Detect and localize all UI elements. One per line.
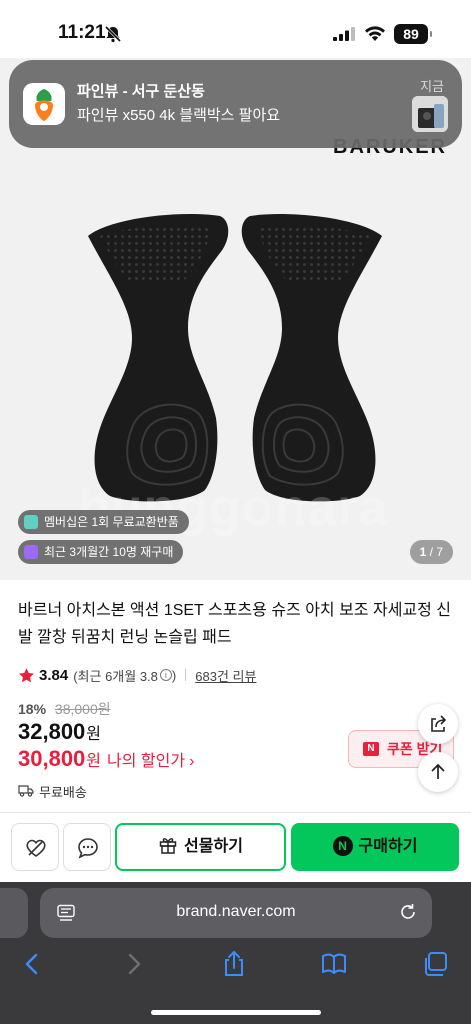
bookmarks-icon[interactable] — [320, 950, 348, 978]
address-bar[interactable]: brand.naver.com — [40, 888, 432, 938]
gift-icon — [159, 838, 177, 854]
page-total: / 7 — [429, 545, 443, 559]
product-image-insole — [88, 214, 382, 502]
heart-icon — [26, 839, 46, 857]
scroll-top-button[interactable] — [418, 752, 458, 792]
membership-icon — [24, 515, 38, 529]
membership-badge-label: 멤버십은 1회 무료교환반품 — [44, 515, 179, 529]
arrow-up-icon — [431, 763, 445, 779]
gift-button[interactable]: 선물하기 — [115, 823, 286, 871]
chat-bubble-icon — [78, 838, 98, 859]
url-text: brand.naver.com — [176, 903, 296, 920]
notification-body: 파인뷰 x550 4k 블랙박스 팔아요 — [77, 107, 281, 124]
purchase-action-bar: 선물하기 N 구매하기 — [0, 812, 471, 882]
battery-indicator: 89 — [394, 24, 432, 44]
talktalk-button[interactable] — [63, 823, 111, 871]
reload-icon[interactable] — [398, 902, 418, 922]
my-discount-label: 나의 할인가 — [107, 753, 186, 770]
wifi-icon — [365, 26, 385, 41]
naver-pay-icon: N — [332, 836, 353, 856]
tabs-icon[interactable] — [421, 950, 449, 978]
shipping-row: 무료배송 — [18, 781, 87, 801]
share-sheet-icon[interactable] — [220, 950, 248, 978]
previous-tab-peek[interactable] — [0, 888, 28, 938]
rating-score: 3.84 — [39, 666, 69, 684]
browser-toolbar: brand.naver.com — [0, 882, 471, 1024]
price-row: 32,800원 — [18, 719, 101, 745]
status-bar: 11:21 89 — [0, 0, 471, 58]
notification-time: 지금 — [420, 79, 444, 94]
home-indicator — [151, 1010, 321, 1015]
cellular-signal-icon — [333, 27, 355, 41]
notification-thumbnail — [412, 96, 448, 132]
discount-row: 18% 38,000원 — [18, 699, 111, 719]
sale-price: 32,800 — [18, 719, 86, 744]
membership-badge: 멤버십은 1회 무료교환반품 — [18, 510, 189, 534]
info-icon[interactable]: i — [159, 669, 172, 681]
back-icon[interactable] — [18, 950, 46, 978]
share-icon — [431, 715, 447, 732]
status-time: 11:21 — [58, 22, 106, 43]
gift-label: 선물하기 — [184, 838, 243, 855]
rating-row: 3.84 (최근 6개월 3.8 i ) 683건 리뷰 — [18, 664, 256, 686]
forward-icon[interactable] — [120, 950, 148, 978]
my-discount-price-link[interactable]: 30,800원 나의 할인가 › — [18, 746, 194, 772]
share-button[interactable] — [418, 704, 458, 744]
my-discount-price-unit: 원 — [86, 753, 102, 770]
discount-rate: 18% — [18, 701, 47, 717]
review-count-link[interactable]: 683건 리뷰 — [195, 666, 256, 685]
bell-off-icon — [104, 25, 122, 43]
repurchase-badge-label: 최근 3개월간 10명 재구매 — [44, 545, 174, 559]
naver-n-icon: N — [363, 742, 379, 756]
image-page-counter: 1 / 7 — [409, 540, 453, 564]
chevron-right-icon: › — [189, 753, 195, 770]
buy-button[interactable]: N 구매하기 — [291, 823, 459, 871]
original-price: 38,000원 — [54, 701, 111, 717]
truck-icon — [18, 785, 34, 797]
page-current: 1 — [419, 545, 427, 559]
repurchase-badge: 최근 3개월간 10명 재구매 — [18, 540, 184, 564]
shipping-label: 무료배송 — [39, 784, 87, 800]
product-title: 바르너 아치스본 액션 1SET 스포츠용 슈즈 아치 보조 자세교정 신발 깔… — [18, 602, 452, 646]
buy-label: 구매하기 — [358, 838, 418, 855]
rating-recent-close: ) — [171, 667, 177, 683]
repurchase-icon — [24, 545, 38, 559]
push-notification[interactable]: 파인뷰 - 서구 둔산동 파인뷰 x550 4k 블랙박스 팔아요 지금 — [9, 60, 462, 148]
star-icon — [19, 667, 34, 682]
notification-title: 파인뷰 - 서구 둔산동 — [77, 83, 205, 100]
sale-price-unit: 원 — [86, 726, 102, 743]
wishlist-button[interactable] — [11, 823, 59, 871]
carrot-app-icon — [23, 83, 65, 125]
divider — [185, 669, 187, 681]
rating-recent: (최근 6개월 3.8 — [73, 668, 158, 684]
my-discount-price: 30,800 — [18, 746, 86, 771]
